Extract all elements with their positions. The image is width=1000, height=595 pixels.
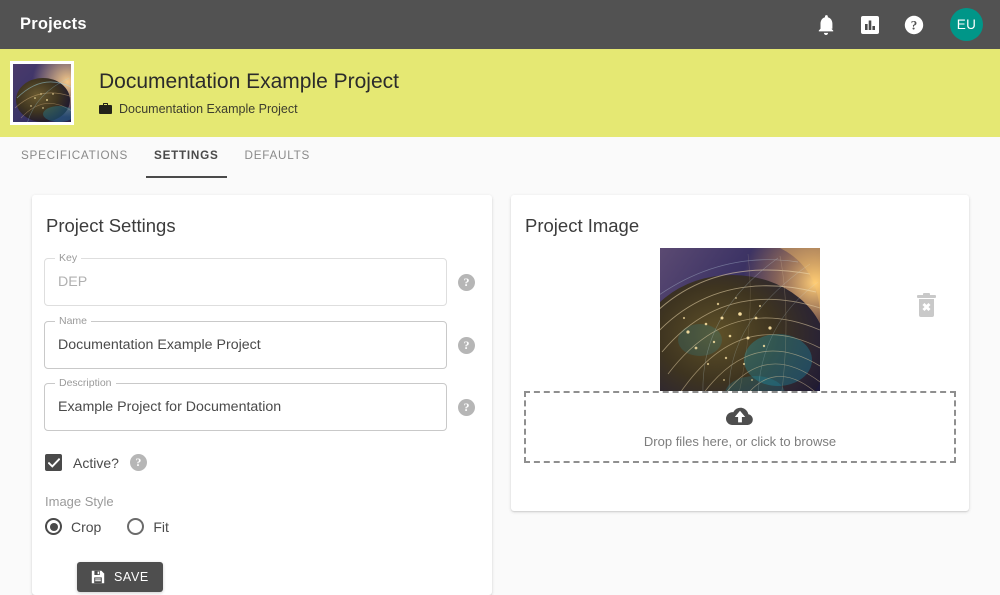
- name-field[interactable]: Name Documentation Example Project: [44, 315, 447, 369]
- dropzone-text: Drop files here, or click to browse: [643, 433, 837, 449]
- project-settings-title: Project Settings: [46, 215, 176, 236]
- name-field-row: Name Documentation Example Project ?: [32, 315, 492, 369]
- key-help-icon[interactable]: ?: [458, 273, 475, 291]
- description-field-row: Description Example Project for Document…: [32, 377, 492, 431]
- tab-defaults[interactable]: DEFAULTS: [232, 137, 324, 173]
- active-checkbox-row: Active? ?: [32, 454, 492, 471]
- notifications-bell-icon[interactable]: [814, 13, 838, 37]
- name-help-icon[interactable]: ?: [458, 336, 475, 354]
- content-area: Project Settings Key DEP ? Name Document…: [0, 178, 1000, 595]
- image-style-label: Image Style: [45, 494, 114, 509]
- tab-settings[interactable]: SETTINGS: [141, 137, 231, 178]
- save-disk-icon: [91, 570, 105, 584]
- appbar-actions: ? EU: [814, 8, 983, 41]
- avatar-initials: EU: [956, 17, 977, 32]
- project-banner: Documentation Example Project Documentat…: [0, 49, 1000, 137]
- key-field-value: DEP: [58, 274, 88, 290]
- project-image-preview: [660, 248, 820, 407]
- banner-text: Documentation Example Project Documentat…: [99, 70, 399, 116]
- name-field-label: Name: [55, 315, 92, 327]
- image-style-radio-group: Crop Fit: [32, 518, 492, 535]
- description-field-value: Example Project for Documentation: [58, 399, 282, 415]
- app-title: Projects: [20, 15, 87, 33]
- project-settings-card: Project Settings Key DEP ? Name Document…: [32, 195, 492, 595]
- app-bar: Projects ? EU: [0, 0, 1000, 49]
- briefcase-icon: [99, 103, 112, 115]
- page-title: Documentation Example Project: [99, 70, 399, 94]
- active-checkbox[interactable]: [45, 454, 62, 471]
- help-circle-icon[interactable]: ?: [902, 13, 926, 37]
- description-help-icon[interactable]: ?: [458, 398, 475, 416]
- radio-fit[interactable]: [127, 518, 145, 535]
- description-field-label: Description: [55, 377, 116, 389]
- reports-chart-icon[interactable]: [858, 13, 882, 37]
- radio-crop[interactable]: [45, 518, 62, 535]
- project-thumbnail: [10, 61, 74, 125]
- save-button[interactable]: SAVE: [77, 562, 163, 592]
- active-help-icon[interactable]: ?: [129, 454, 147, 471]
- svg-text:?: ?: [911, 17, 918, 32]
- banner-subtitle-row: Documentation Example Project: [99, 102, 399, 116]
- radio-crop-label: Crop: [71, 518, 102, 535]
- delete-trash-icon[interactable]: ✖: [917, 292, 936, 317]
- description-field[interactable]: Description Example Project for Document…: [44, 377, 447, 431]
- tab-bar: SPECIFICATIONS SETTINGS DEFAULTS: [0, 137, 1000, 178]
- user-avatar[interactable]: EU: [950, 8, 983, 41]
- image-preview-area: ✖: [511, 237, 969, 407]
- radio-fit-label: Fit: [153, 518, 169, 535]
- active-checkbox-label: Active?: [73, 454, 119, 471]
- project-image-title: Project Image: [525, 215, 640, 236]
- project-image-card: Project Image ✖ Drop files here, or clic…: [511, 195, 969, 511]
- tab-specifications[interactable]: SPECIFICATIONS: [8, 137, 141, 173]
- banner-subtitle: Documentation Example Project: [119, 101, 298, 116]
- save-button-label: SAVE: [114, 570, 149, 584]
- cloud-upload-icon: [726, 406, 754, 427]
- key-field-label: Key: [55, 252, 82, 264]
- name-field-value: Documentation Example Project: [58, 337, 261, 353]
- key-field[interactable]: Key DEP: [44, 252, 447, 306]
- key-field-row: Key DEP ?: [32, 252, 492, 306]
- file-dropzone[interactable]: Drop files here, or click to browse: [524, 391, 956, 463]
